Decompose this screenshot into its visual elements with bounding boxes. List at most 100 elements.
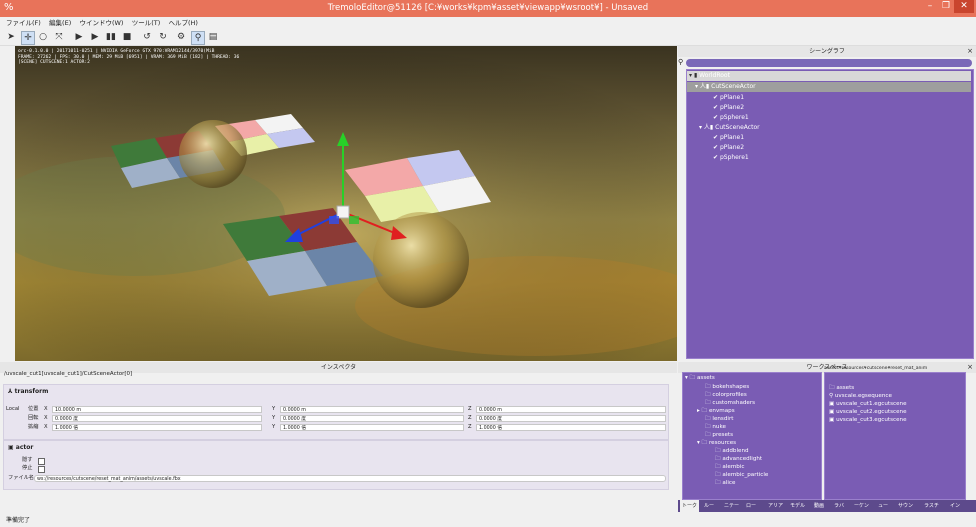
tree-row-actor1[interactable]: ▾ 人▮ CutSceneActor <box>687 82 971 92</box>
folder-item[interactable]: ▾ 🗀 resources <box>697 439 736 447</box>
workspace-close-button[interactable]: × <box>967 362 973 373</box>
rotation-x-field[interactable]: 0.0000 度 <box>52 415 262 422</box>
folder-item[interactable]: 🗀 presets <box>705 431 733 439</box>
tab[interactable]: モデル <box>790 500 805 512</box>
pointer-icon[interactable]: ➤ <box>5 31 17 43</box>
transform-section: ⅄ transform Local 位置 X 10.0000 m Y 0.000… <box>3 384 669 440</box>
file-item[interactable]: ⚲ uvscale.egsequence <box>829 392 892 400</box>
folder-label: bokehshapes <box>712 384 750 390</box>
window-title: TremoloEditor@51126 [C:¥works¥kpm¥asset¥… <box>327 3 649 13</box>
workspace-file-list[interactable]: 🗀 assets ⚲ uvscale.egsequence ▣ uvscale_… <box>824 372 966 500</box>
folder-label: presets <box>712 432 734 438</box>
menu-tool[interactable]: ツール(T) <box>132 17 161 29</box>
tree-row-actor2-child[interactable]: ✔ pPlane2 <box>713 143 744 153</box>
tree-row-actor1-child[interactable]: ✔ pPlane1 <box>713 93 744 103</box>
check-icon: ✔ <box>713 144 719 151</box>
folder-item[interactable]: 🗀 addblend <box>715 447 749 455</box>
file-item[interactable]: ▣ uvscale_cut3.egcutscene <box>829 416 907 424</box>
rotation-y-field[interactable]: 0.0000 度 <box>280 415 464 422</box>
viewport-stats: orc-0.1.0.0 | 20171011-0251 | NVIDIA GeF… <box>18 49 239 66</box>
folder-label: colorprofiles <box>712 392 747 398</box>
tab[interactable]: ュー <box>878 500 888 512</box>
filename-field[interactable]: ws://resources/cutscene/reset_mat_anim/a… <box>34 475 666 482</box>
scale-y-field[interactable]: 1.0000 倍 <box>280 424 464 431</box>
folder-item[interactable]: 🗀 alembic <box>715 463 744 471</box>
pause-icon[interactable]: ▮▮ <box>105 31 117 43</box>
tab[interactable]: サウン <box>898 500 913 512</box>
stop-checkbox[interactable] <box>38 466 45 473</box>
position-z-field[interactable]: 0.0000 m <box>476 406 666 413</box>
tab[interactable]: イン <box>950 500 960 512</box>
folder-item[interactable]: 🗀 bokehshapes <box>705 383 749 391</box>
actor-title[interactable]: ▣ actor <box>8 444 33 451</box>
tree-row-actor1-child[interactable]: ✔ pSphere1 <box>713 113 749 123</box>
scale-z-field[interactable]: 1.0000 倍 <box>476 424 666 431</box>
rotation-z-field[interactable]: 0.0000 度 <box>476 415 666 422</box>
folder-icon: 🗀 <box>705 392 711 398</box>
folder-item[interactable]: 🗀 colorprofiles <box>705 391 747 399</box>
folder-item[interactable]: 🗀 lensdirt <box>705 415 733 423</box>
maximize-button[interactable]: ❐ <box>938 0 954 13</box>
folder-item[interactable]: 🗀 alembic_particle <box>715 471 768 479</box>
folder-item[interactable]: 🗀 advancedlight <box>715 455 762 463</box>
undo-icon[interactable]: ↺ <box>141 31 153 43</box>
folder-item[interactable]: 🗀 customshaders <box>705 399 755 407</box>
scale-x-field[interactable]: 1.0000 倍 <box>52 424 262 431</box>
folder-item[interactable]: ▾ 🗀 assets <box>685 374 715 382</box>
tree-row-actor2-child[interactable]: ✔ pPlane1 <box>713 133 744 143</box>
menu-file[interactable]: ファイル(F) <box>6 17 41 29</box>
tree-label: pPlane1 <box>719 134 745 141</box>
scenegraph-close-button[interactable]: × <box>967 46 973 57</box>
gear-icon[interactable]: ⚙ <box>175 31 187 43</box>
tab[interactable]: ラスチ <box>924 500 939 512</box>
file-item[interactable]: 🗀 assets <box>829 384 854 392</box>
tab[interactable]: ーケン <box>854 500 869 512</box>
folder-label: resources <box>708 440 737 446</box>
play-icon[interactable]: ▶ <box>73 31 85 43</box>
folder-item[interactable]: 🗀 nuke <box>705 423 726 431</box>
menu-edit[interactable]: 編集(E) <box>49 17 71 29</box>
minimize-button[interactable]: – <box>922 0 938 13</box>
actor-section: ▣ actor 隠す 停止 ファイル名 ws://resources/cutsc… <box>3 440 669 490</box>
tab[interactable]: ロー <box>746 500 756 512</box>
scenegraph-tree[interactable]: ▾ ▮ WorldRoot ▾ 人▮ CutSceneActor ✔ pPlan… <box>686 69 974 359</box>
step-icon[interactable]: ▶ <box>89 31 101 43</box>
tab[interactable]: 動画 <box>814 500 824 512</box>
transform-title[interactable]: ⅄ transform <box>8 388 48 395</box>
hide-checkbox[interactable] <box>38 458 45 465</box>
3d-viewport[interactable]: orc-0.1.0.0 | 20171011-0251 | NVIDIA GeF… <box>15 46 677 361</box>
tree-label: pPlane1 <box>719 94 745 101</box>
folder-item[interactable]: 🗀 alice <box>715 479 735 487</box>
close-button[interactable]: ✕ <box>954 0 974 13</box>
tab[interactable]: アリア <box>768 500 783 512</box>
menu-window[interactable]: ウインドウ(W) <box>79 17 123 29</box>
position-x-field[interactable]: 10.0000 m <box>52 406 262 413</box>
position-y-field[interactable]: 0.0000 m <box>280 406 464 413</box>
tab[interactable]: ルー <box>704 500 714 512</box>
person-icon[interactable]: ⚲ <box>191 31 205 45</box>
tab[interactable]: ラバ <box>834 500 844 512</box>
file-item[interactable]: ▣ uvscale_cut2.egcutscene <box>829 408 907 416</box>
tree-row-actor2[interactable]: ▾ 人▮ CutSceneActor <box>699 123 760 133</box>
layout-icon[interactable]: ▤ <box>207 31 219 43</box>
folder-label: alice <box>722 480 736 486</box>
menu-help[interactable]: ヘルプ(H) <box>168 17 197 29</box>
tab-talk[interactable]: トーク <box>680 500 700 512</box>
rotate-icon[interactable]: ○ <box>37 31 49 43</box>
stop-icon[interactable]: ■ <box>121 31 133 43</box>
tree-row-actor1-child[interactable]: ✔ pPlane2 <box>713 103 744 113</box>
file-item[interactable]: ▣ uvscale_cut1.egcutscene <box>829 400 907 408</box>
tree-row-actor2-child[interactable]: ✔ pSphere1 <box>713 153 749 163</box>
redo-icon[interactable]: ↻ <box>157 31 169 43</box>
tab[interactable]: ニテー <box>724 500 739 512</box>
tree-label: pSphere1 <box>719 154 749 161</box>
workspace-folder-tree[interactable]: ▾ 🗀 assets 🗀 bokehshapes 🗀 colorprofiles… <box>682 372 822 500</box>
tree-row-root[interactable]: ▾ ▮ WorldRoot <box>687 71 971 81</box>
scenegraph-title: シーングラフ <box>809 48 845 55</box>
folder-label: nuke <box>712 424 726 430</box>
folder-item[interactable]: ▸ 🗀 envmaps <box>697 407 735 415</box>
folder-label: envmaps <box>708 408 735 414</box>
move-icon[interactable]: ✛ <box>21 31 35 45</box>
scenegraph-search-input[interactable] <box>686 59 972 67</box>
scale-icon[interactable]: ⤧ <box>53 31 65 43</box>
